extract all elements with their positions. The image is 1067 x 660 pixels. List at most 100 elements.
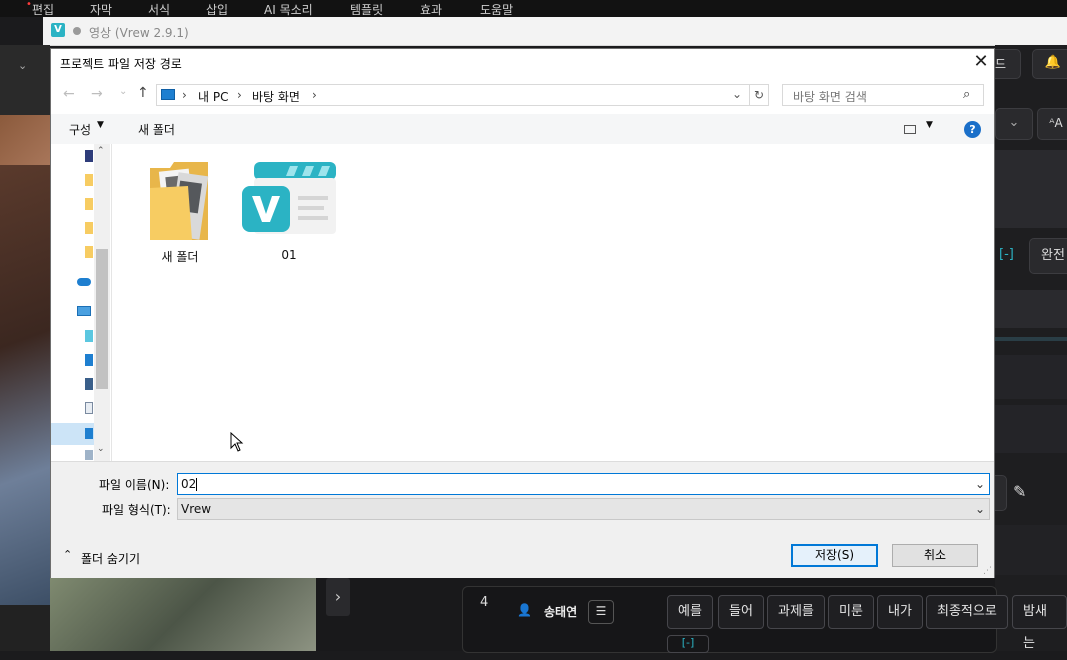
scroll-up-icon[interactable]: ⌃ [97, 146, 105, 156]
downloads-icon[interactable] [85, 354, 93, 366]
dialog-bottom: 파일 이름(N): 02 ⌄ 파일 형식(T): Vrew ⌄ ⌃ 폴더 숨기기… [51, 461, 994, 578]
video-thumbnail [0, 165, 50, 605]
right-toolbar: 이드 🔔 ⌄ ᴬA [-] 완전 ✎ [969, 45, 1067, 651]
dropdown-chevron-icon[interactable]: ⌄ [995, 108, 1033, 140]
scrollbar-thumb[interactable] [96, 249, 108, 389]
search-input[interactable]: 바탕 화면 검색 ⌕ [782, 84, 984, 106]
view-options-icon[interactable] [904, 125, 916, 134]
breadcrumb-this-pc[interactable]: 내 PC [198, 88, 228, 105]
navigation-pane[interactable]: ⌃ ⌄ [51, 144, 112, 461]
mouse-cursor-icon [230, 432, 244, 452]
app-menubar: • 편집 자막 서식 삽입 AI 목소리 템플릿 효과 도움말 [0, 0, 1067, 17]
help-icon[interactable]: ? [964, 121, 981, 138]
word-chip[interactable]: 밤새는 [1012, 595, 1067, 651]
file-label: 새 폴더 [161, 250, 199, 264]
close-icon[interactable]: ✕ [969, 51, 993, 75]
file-label: 01 [281, 248, 297, 262]
font-size-icon[interactable]: ᴬA [1037, 108, 1067, 140]
save-dialog: 프로젝트 파일 저장 경로 ✕ ← → ⌄ ↑ › 내 PC › 바탕 화면 ›… [50, 48, 995, 578]
nav-item-icon[interactable] [85, 450, 93, 460]
menu-effect[interactable]: 효과 [420, 1, 442, 18]
chevron-down-icon[interactable]: ⌄ [18, 59, 27, 72]
bell-icon[interactable]: 🔔 [1032, 49, 1067, 79]
folder-icon[interactable] [85, 198, 93, 210]
text-caret [196, 478, 198, 491]
video-frame [50, 578, 316, 651]
menu-help[interactable]: 도움말 [480, 1, 513, 18]
folder-icon[interactable] [85, 174, 93, 186]
refresh-icon[interactable]: ↻ [749, 85, 768, 105]
menu-list-icon[interactable]: ☰ [588, 600, 614, 624]
file-item-folder[interactable]: 새 폴더 [138, 158, 222, 268]
filename-dropdown-icon[interactable]: ⌄ [975, 474, 985, 494]
pc-icon[interactable] [77, 306, 91, 316]
menu-template[interactable]: 템플릿 [350, 1, 383, 18]
up-arrow-icon[interactable]: ↑ [137, 85, 149, 101]
filename-value: 02 [181, 477, 197, 491]
breadcrumb-separator-icon: › [182, 88, 187, 102]
address-dropdown-icon[interactable]: ⌄ [732, 87, 742, 101]
word-chip[interactable]: 들어 [718, 595, 764, 629]
search-placeholder: 바탕 화면 검색 [793, 90, 867, 104]
breadcrumb-separator-icon: › [237, 88, 242, 102]
forward-arrow-icon[interactable]: → [91, 86, 103, 102]
3d-objects-icon[interactable] [85, 330, 93, 342]
filename-label: 파일 이름(N): [99, 478, 170, 492]
word-chip[interactable]: 예를 [667, 595, 713, 629]
address-bar[interactable]: › 내 PC › 바탕 화면 › ⌄ ↻ [156, 84, 769, 106]
expand-arrow-button[interactable]: › [326, 578, 350, 616]
new-folder-button[interactable]: 새 폴더 [138, 121, 175, 138]
view-dropdown-icon[interactable]: ▼ [926, 120, 933, 130]
word-chip[interactable]: 내가 [877, 595, 923, 629]
resize-grip-icon[interactable]: ⋰ [983, 566, 992, 576]
app-titlebar: V 영상 (Vrew 2.9.1) [43, 17, 1067, 46]
window-title: 영상 (Vrew 2.9.1) [89, 26, 189, 40]
save-button[interactable]: 저장(S) [791, 544, 878, 567]
breadcrumb-desktop[interactable]: 바탕 화면 [252, 88, 300, 105]
menu-format[interactable]: 서식 [148, 1, 170, 18]
recent-dropdown-icon[interactable]: ⌄ [119, 86, 127, 97]
videos-icon[interactable] [85, 378, 93, 390]
vrew-logo-icon: V [51, 23, 65, 37]
scroll-down-icon[interactable]: ⌄ [97, 444, 105, 454]
word-chip[interactable]: 미룬 [828, 595, 874, 629]
hide-folders-button[interactable]: 폴더 숨기기 [81, 550, 140, 567]
nav-scrollbar[interactable]: ⌃ ⌄ [94, 144, 110, 461]
onedrive-icon[interactable] [77, 278, 91, 286]
search-icon[interactable]: ⌕ [963, 87, 970, 102]
back-arrow-icon[interactable]: ← [63, 86, 75, 102]
nav-item-desktop-selected[interactable] [51, 423, 94, 445]
file-item-vrew[interactable]: 01 [232, 158, 346, 268]
nav-item-icon[interactable] [85, 150, 93, 162]
folder-icon[interactable] [85, 246, 93, 258]
menu-insert[interactable]: 삽입 [206, 1, 228, 18]
word-chip[interactable]: 최종적으로 [926, 595, 1008, 629]
folder-icon[interactable] [85, 222, 93, 234]
menu-edit[interactable]: 편집 [32, 1, 54, 18]
pencil-icon[interactable]: ✎ [1013, 482, 1026, 501]
speaker-name[interactable]: 송태연 [544, 603, 577, 620]
filetype-dropdown-icon[interactable]: ⌄ [975, 499, 985, 519]
word-chip[interactable]: 과제를 [767, 595, 825, 629]
chevron-up-icon[interactable]: ⌃ [63, 548, 72, 561]
menu-subtitle[interactable]: 자막 [90, 1, 112, 18]
filetype-value: Vrew [181, 502, 212, 516]
filename-input[interactable]: 02 ⌄ [177, 473, 990, 495]
bracket-chip[interactable]: [-] [667, 635, 709, 653]
left-preview-strip: ⌄ [0, 45, 50, 651]
pc-icon [161, 89, 175, 100]
folder-icon [150, 162, 209, 240]
documents-icon[interactable] [85, 402, 93, 414]
cancel-button[interactable]: 취소 [892, 544, 978, 567]
organize-button[interactable]: 구성 [69, 121, 91, 138]
organize-dropdown-icon[interactable]: ▼ [97, 120, 104, 130]
filetype-select[interactable]: Vrew ⌄ [177, 498, 990, 520]
complete-button[interactable]: 완전 [1029, 238, 1067, 274]
status-dot [73, 27, 81, 35]
speaker-icon: 👤 [517, 603, 532, 617]
dialog-toolbar: 구성 ▼ 새 폴더 ▼ ? [51, 114, 994, 145]
menu-ai-voice[interactable]: AI 목소리 [264, 1, 313, 18]
breadcrumb-separator-icon: › [312, 88, 317, 102]
row-number: 4 [480, 595, 489, 610]
file-list[interactable]: 새 폴더 01 [112, 144, 994, 461]
